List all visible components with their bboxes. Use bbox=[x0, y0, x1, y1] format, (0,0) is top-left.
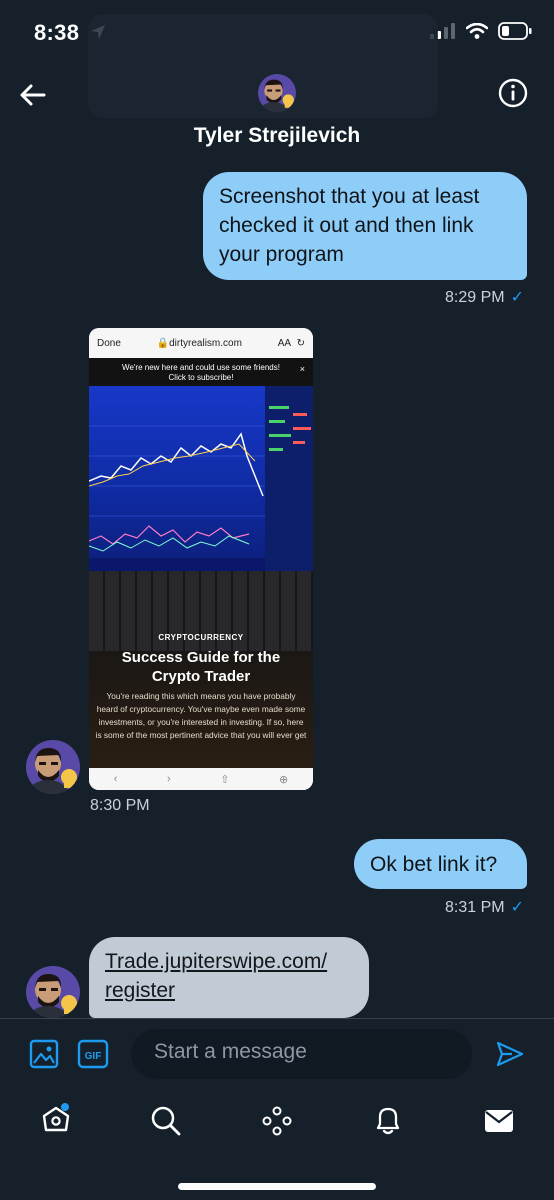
browser-back-icon: ‹ bbox=[113, 773, 118, 785]
header-avatar[interactable] bbox=[258, 74, 296, 112]
home-indicator[interactable] bbox=[178, 1183, 376, 1190]
status-indicators bbox=[430, 22, 532, 40]
article-headline: Success Guide for the Crypto Trader bbox=[121, 649, 281, 685]
received-message-bubble[interactable]: Trade.jupiterswipe.com/ register bbox=[89, 937, 369, 1018]
message-timestamp: 8:29 PM ✓ bbox=[445, 289, 524, 306]
wifi-icon bbox=[466, 23, 488, 39]
article-hero: CRYPTOCURRENCY Success Guide for the Cry… bbox=[89, 386, 313, 768]
messages-icon[interactable] bbox=[483, 1107, 515, 1135]
back-arrow-icon[interactable] bbox=[16, 78, 50, 112]
message-timestamp: 8:30 PM bbox=[90, 797, 150, 814]
gif-icon[interactable]: GIF bbox=[77, 1039, 109, 1069]
trading-chart-photo bbox=[89, 386, 313, 571]
send-icon[interactable] bbox=[495, 1039, 525, 1069]
contact-name[interactable]: Tyler Strejilevich bbox=[0, 124, 554, 148]
message-input-placeholder: Start a message bbox=[154, 1040, 307, 1063]
browser-compass-icon: ⊕ bbox=[278, 773, 289, 786]
article-category: CRYPTOCURRENCY bbox=[158, 633, 244, 642]
spaces-icon[interactable] bbox=[261, 1105, 293, 1137]
article-body: You're reading this which means you have… bbox=[95, 691, 307, 740]
browser-forward-icon: › bbox=[166, 773, 171, 785]
message-text: Screenshot that you at least checked it … bbox=[219, 185, 480, 266]
read-check-icon: ✓ bbox=[510, 289, 524, 306]
image-icon[interactable] bbox=[29, 1039, 59, 1069]
browser-bar: Done 🔒dirtyrealism.com AA ↻ bbox=[89, 328, 313, 358]
search-icon[interactable] bbox=[150, 1105, 182, 1137]
message-timestamp: 8:31 PM ✓ bbox=[445, 899, 524, 916]
browser-toolbar: ‹ › ⇧ ⊕ bbox=[89, 768, 313, 790]
link-text-line2[interactable]: register bbox=[105, 976, 353, 1005]
notifications-icon[interactable] bbox=[372, 1104, 404, 1136]
lock-icon: 🔒 bbox=[156, 337, 170, 349]
info-icon[interactable] bbox=[498, 78, 528, 108]
sent-message-bubble[interactable]: Screenshot that you at least checked it … bbox=[203, 172, 527, 280]
reload-icon: ↻ bbox=[296, 337, 305, 349]
svg-text:GIF: GIF bbox=[85, 1051, 102, 1062]
read-check-icon: ✓ bbox=[510, 899, 524, 916]
link-text-line1[interactable]: Trade.jupiterswipe.com/ bbox=[105, 947, 353, 976]
subscribe-banner: We're new here and could use some friend… bbox=[89, 358, 313, 386]
shared-screenshot-image[interactable]: Done 🔒dirtyrealism.com AA ↻ We're new he… bbox=[89, 328, 313, 790]
contact-avatar[interactable] bbox=[26, 740, 80, 794]
status-time: 8:38 bbox=[34, 20, 80, 45]
sent-message-bubble[interactable]: Ok bet link it? bbox=[354, 839, 527, 889]
home-icon[interactable] bbox=[40, 1103, 72, 1135]
contact-avatar[interactable] bbox=[26, 966, 80, 1018]
battery-icon bbox=[498, 22, 532, 40]
composer-divider bbox=[0, 1018, 554, 1019]
message-text: Ok bet link it? bbox=[370, 853, 498, 876]
browser-share-icon: ⇧ bbox=[220, 773, 230, 786]
